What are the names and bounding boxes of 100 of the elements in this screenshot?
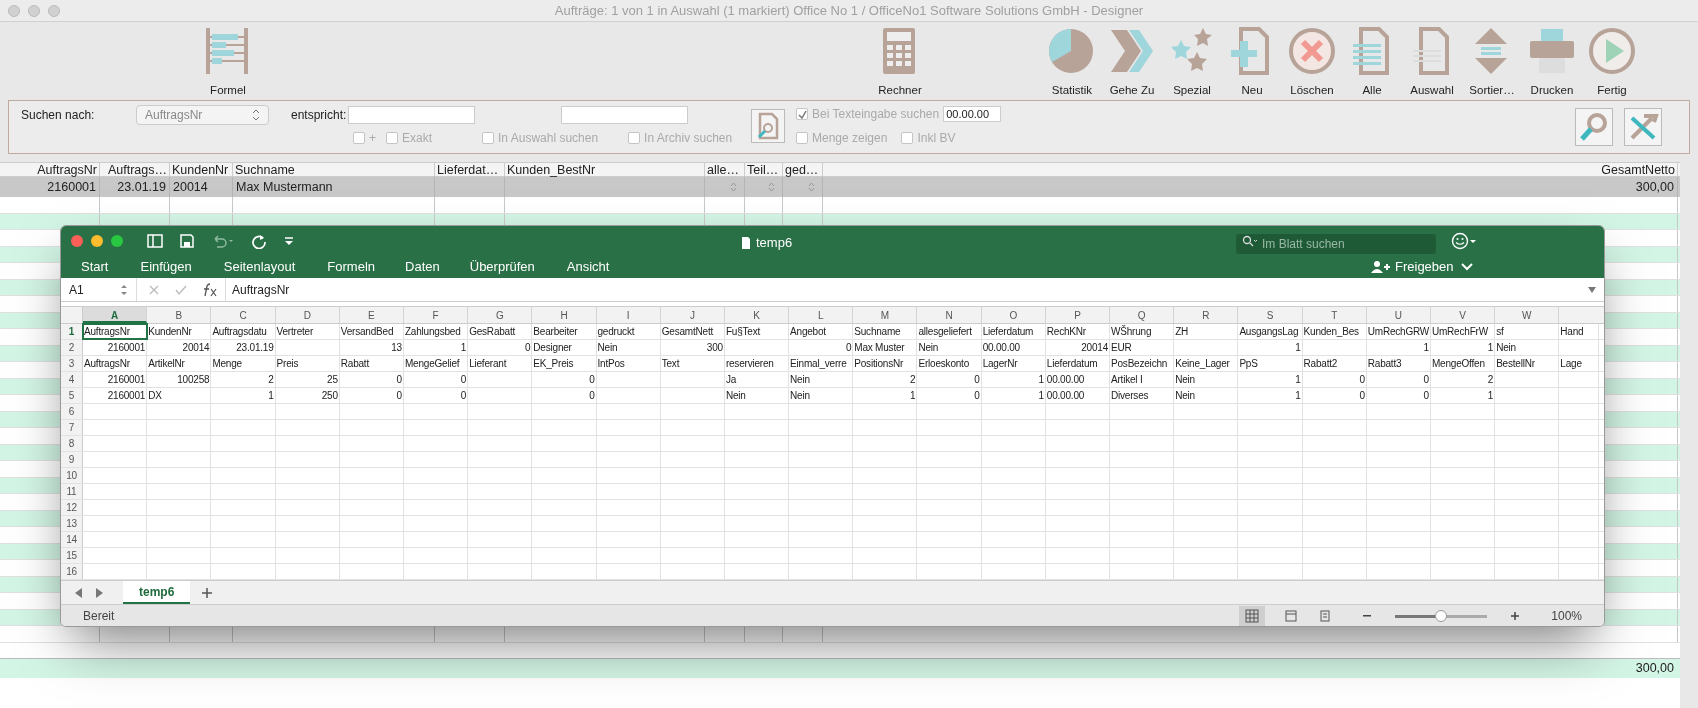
spreadsheet-cell[interactable]: EUR [1111,342,1132,353]
spreadsheet-cell[interactable]: Lieferant [469,358,507,369]
column-header[interactable]: V [1430,307,1496,323]
row-header[interactable]: 13 [61,516,83,531]
spreadsheet-cell[interactable]: Rabatt [340,358,369,369]
spreadsheet-cell[interactable]: Lage [1560,358,1582,369]
spreadsheet-cell[interactable]: Designer [533,342,572,353]
toolbar-button[interactable]: Neu [1224,26,1280,100]
column-header[interactable]: AuftragsNr [0,163,100,176]
toolbar-button[interactable]: Alle [1344,26,1400,100]
add-sheet-icon[interactable] [202,587,213,598]
row-header[interactable]: 9 [61,452,83,467]
spreadsheet-cell[interactable]: 1 [1423,342,1429,353]
row-header[interactable]: 15 [61,548,83,563]
column-header[interactable]: alle… [705,163,745,176]
spreadsheet-cell[interactable]: 2160001 [107,342,146,353]
search-icon[interactable] [1242,235,1258,247]
spreadsheet-cell[interactable]: allesgeliefert [918,326,972,337]
spreadsheet-cell[interactable]: Artikel I [1111,374,1143,385]
spreadsheet-cell[interactable]: Rabatt3 [1367,358,1402,369]
sheet-search-field[interactable]: Im Blatt suchen [1236,234,1436,254]
redo-icon[interactable] [251,233,267,249]
column-header[interactable]: P [1045,307,1110,323]
column-header[interactable]: KundenNr [170,163,233,176]
zoom-out-icon[interactable] [1363,614,1372,617]
spreadsheet-cell[interactable]: PpS [1239,358,1258,369]
column-header[interactable]: ged… [783,163,823,176]
spreadsheet-cell[interactable]: Lieferdatum [1046,358,1098,369]
toolbar-button[interactable]: Sortier… [1464,26,1520,100]
sheet-tab[interactable]: temp6 [123,581,191,604]
column-header[interactable]: B [147,307,212,323]
spreadsheet-cell[interactable]: 1 [268,390,274,401]
toolbar-button[interactable]: Fertig [1584,26,1640,100]
spreadsheet-cell[interactable]: UmRechGRW [1367,326,1430,337]
toolbar-button[interactable]: Statistik [1044,26,1100,100]
spreadsheet-cell[interactable]: 0 [1359,374,1365,385]
spreadsheet-cell[interactable]: 0 [845,342,852,353]
column-header[interactable]: L [789,307,854,323]
spreadsheet-cell[interactable]: Nein [597,342,618,353]
spreadsheet-cell[interactable]: ArtikelNr [148,358,185,369]
spreadsheet-cell[interactable]: 2160001 [107,374,146,385]
column-header[interactable]: R [1174,307,1239,323]
checkbox[interactable] [901,132,914,144]
spreadsheet-cell[interactable]: Zahlungsbed [404,326,461,337]
next-sheet-icon[interactable] [95,587,103,598]
spreadsheet-cell[interactable]: 2 [910,374,916,385]
spreadsheet-cell[interactable]: 20014 [1081,342,1108,353]
column-header[interactable]: Teil… [745,163,783,176]
window-control-button[interactable] [48,4,60,17]
spreadsheet-cell[interactable]: Nein [790,390,810,401]
column-header[interactable]: W [1495,307,1560,323]
toolbar-button[interactable]: Auswahl [1404,26,1460,100]
column-header[interactable]: M [853,307,918,323]
page-layout-icon[interactable] [1285,609,1298,622]
spreadsheet-cell[interactable]: 1 [1295,374,1301,385]
search-input-field[interactable] [348,106,476,124]
share-button[interactable]: Freigeben [1371,257,1454,277]
ribbon-tab[interactable]: Einfügen [140,257,192,277]
spreadsheet-cell[interactable]: DX [148,390,162,401]
row-header[interactable]: 16 [61,564,83,579]
column-header[interactable]: E [339,307,404,323]
spreadsheet-cell[interactable]: 1 [1487,390,1494,401]
spreadsheet-cell[interactable]: 25 [327,374,338,385]
spreadsheet-cell[interactable]: Rabatt2 [1303,358,1338,369]
spreadsheet-cell[interactable]: 0 [460,374,467,385]
ribbon-tab[interactable]: Überprüfen [469,257,535,277]
tools-icon[interactable] [1624,108,1662,146]
spreadsheet-cell[interactable]: Preis [276,358,299,369]
checkbox[interactable] [386,132,398,144]
spreadsheet-cell[interactable]: 0 [460,390,467,401]
spreadsheet-cell[interactable]: Auftragsdatu [212,326,267,337]
row-header[interactable]: 3 [61,356,83,371]
spreadsheet-cell[interactable]: Nein [1175,374,1195,385]
row-header[interactable]: 14 [61,532,83,547]
row-header[interactable]: 5 [61,388,83,403]
column-header[interactable]: I [596,307,661,323]
toolbar-button[interactable]: Rechner [872,26,928,100]
spreadsheet-cell[interactable]: 250 [321,390,338,401]
column-header[interactable]: Kunden_BestNr [505,163,705,176]
spreadsheet-cell[interactable]: GesamtNett [661,326,714,337]
cancel-icon[interactable] [149,284,159,295]
toolbar-button[interactable]: Spezial [1164,26,1220,100]
column-header[interactable]: S [1238,307,1303,323]
column-header[interactable]: D [275,307,340,323]
checkbox[interactable] [353,132,365,144]
spreadsheet-cell[interactable]: 300 [706,342,723,353]
spreadsheet-cell[interactable]: PositionsNr [854,358,904,369]
row-header[interactable]: 2 [61,340,83,355]
zoom-in-icon[interactable] [1511,611,1520,620]
spreadsheet-cell[interactable]: Text [661,358,680,369]
spreadsheet-cell[interactable]: Fu§Text [725,326,761,337]
spreadsheet-cell[interactable]: 2 [1487,374,1494,385]
toolbar-button[interactable]: Gehe Zu [1104,26,1160,100]
checkbox[interactable] [628,132,641,144]
spreadsheet-cell[interactable]: 0 [1359,390,1365,401]
window-control-button[interactable] [28,4,40,17]
smiley-icon[interactable] [1451,232,1477,250]
spreadsheet-cell[interactable]: BestellNr [1496,358,1535,369]
ribbon-tab[interactable]: Daten [405,257,440,277]
spreadsheet-cell[interactable]: 1 [1295,342,1301,353]
